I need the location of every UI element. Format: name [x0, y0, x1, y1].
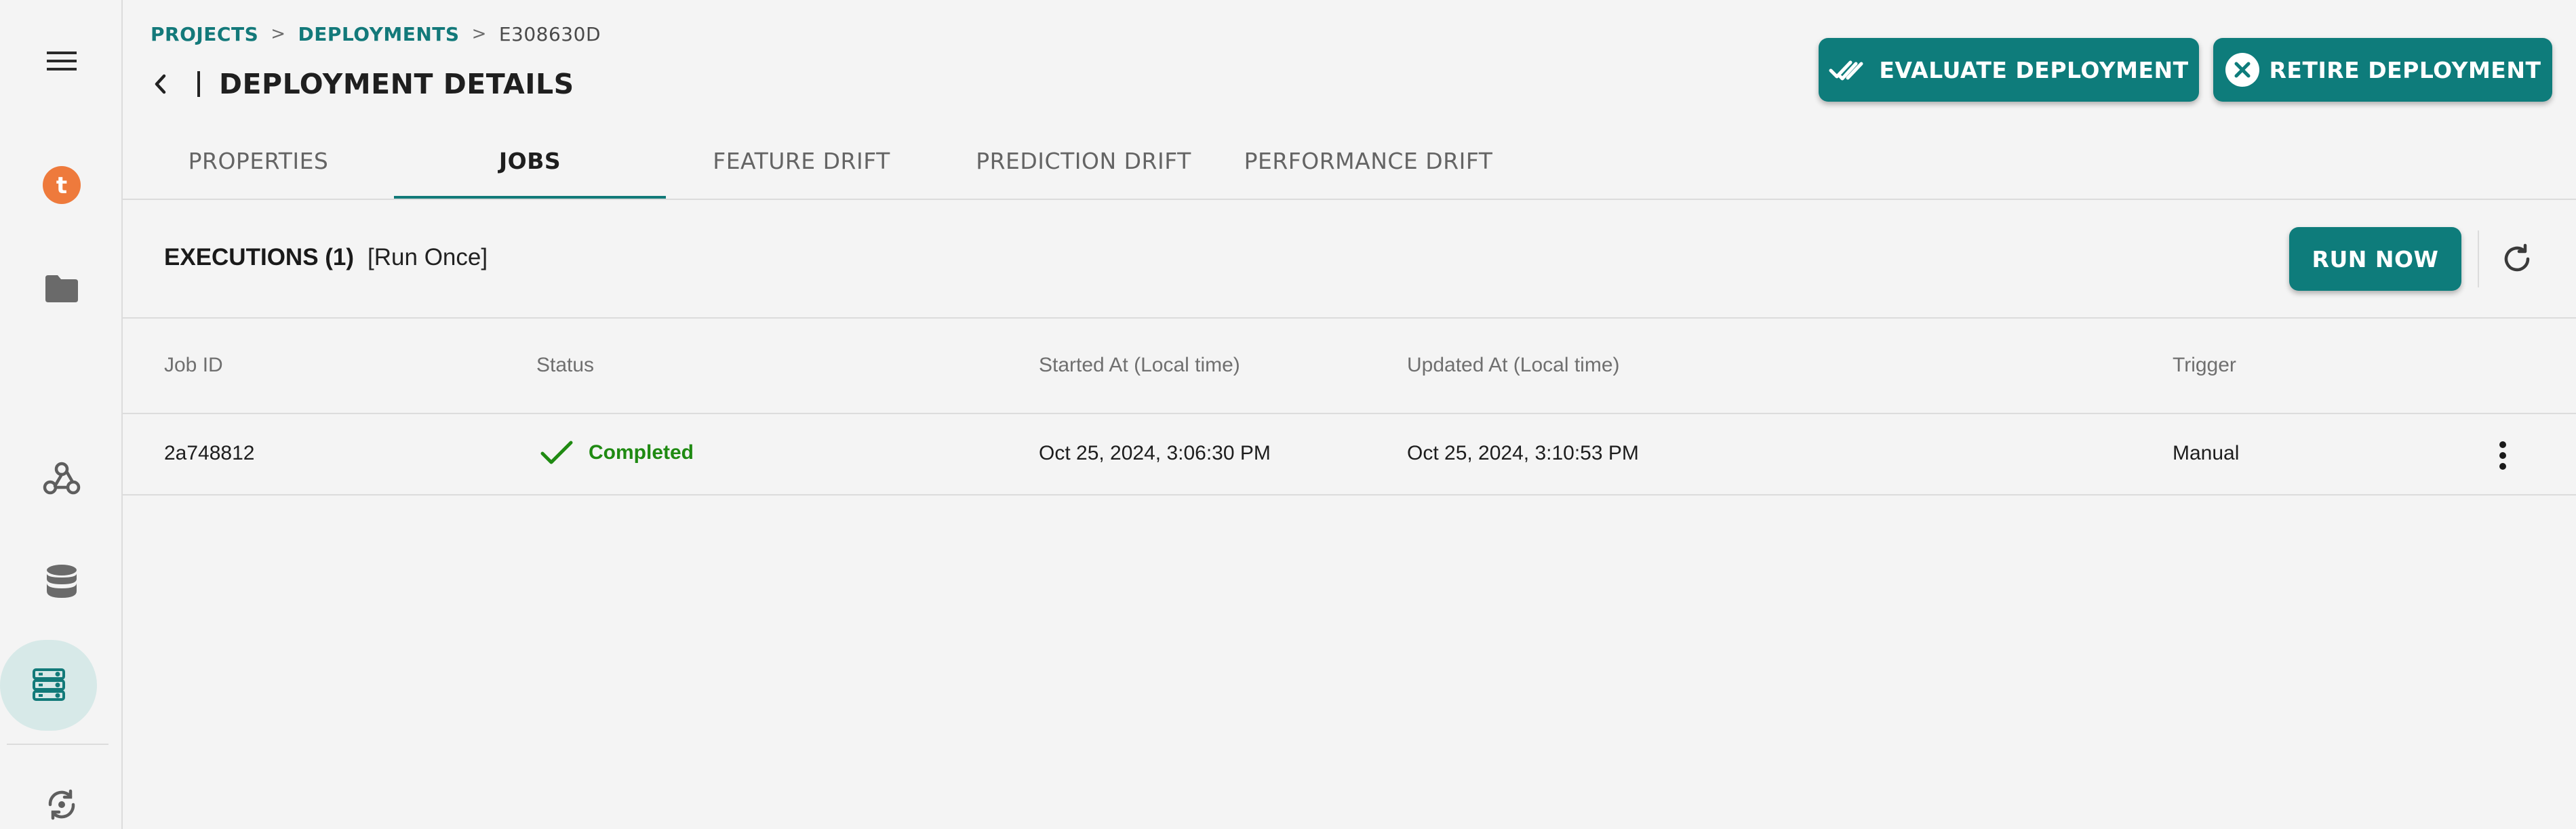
brand-letter: t	[56, 172, 66, 199]
webhook-icon	[43, 462, 80, 495]
menu-button[interactable]	[0, 20, 123, 102]
sidebar-item-datasets[interactable]	[0, 541, 123, 622]
column-header-trigger[interactable]: Trigger	[2173, 354, 2236, 377]
tab-properties[interactable]: PROPERTIES	[123, 122, 394, 199]
evaluate-deployment-label: EVALUATE DEPLOYMENT	[1879, 56, 2189, 83]
executions-header: EXECUTIONS (1) [Run Once]	[164, 241, 488, 275]
breadcrumb-projects[interactable]: PROJECTS	[151, 23, 258, 45]
column-header-status[interactable]: Status	[536, 354, 594, 377]
cancel-circle-icon	[2225, 52, 2260, 87]
retire-deployment-button[interactable]: RETIRE DEPLOYMENT	[2213, 38, 2552, 102]
column-header-updated-at[interactable]: Updated At (Local time)	[1407, 354, 1620, 377]
row-actions-button[interactable]	[2489, 437, 2517, 474]
double-check-icon	[1829, 58, 1869, 81]
tab-jobs[interactable]: JOBS	[394, 122, 666, 199]
sidebar: t	[0, 0, 123, 829]
tabs-divider	[123, 199, 2576, 200]
breadcrumb-separator: >	[471, 24, 487, 44]
refresh-button[interactable]	[2495, 237, 2539, 281]
cell-started-at: Oct 25, 2024, 3:06:30 PM	[1039, 442, 1271, 464]
breadcrumb-deployments[interactable]: DEPLOYMENTS	[298, 23, 460, 45]
executions-mode: [Run Once]	[368, 244, 488, 270]
column-header-started-at[interactable]: Started At (Local time)	[1039, 354, 1240, 377]
status-text: Completed	[589, 441, 694, 464]
sidebar-item-lifecycle[interactable]	[0, 761, 123, 829]
server-icon	[32, 668, 65, 701]
more-vertical-icon	[2499, 441, 2506, 470]
cell-updated-at: Oct 25, 2024, 3:10:53 PM	[1407, 442, 1639, 464]
brand-logo-icon: t	[42, 166, 81, 204]
run-now-button[interactable]: RUN NOW	[2289, 227, 2461, 291]
breadcrumb: PROJECTS > DEPLOYMENTS > E308630D	[151, 22, 601, 46]
recycle-icon	[48, 789, 75, 820]
cell-trigger: Manual	[2173, 442, 2240, 464]
table-header-divider	[123, 413, 2576, 414]
toolbar-divider	[2478, 230, 2479, 287]
retire-deployment-label: RETIRE DEPLOYMENT	[2269, 56, 2541, 83]
cell-job-id: 2a748812	[164, 442, 255, 464]
tab-feature-drift[interactable]: FEATURE DRIFT	[666, 122, 937, 199]
table-row-divider	[123, 494, 2576, 496]
menu-icon	[46, 52, 77, 70]
check-icon	[540, 441, 573, 464]
tab-bar: PROPERTIES JOBS FEATURE DRIFT PREDICTION…	[123, 122, 1507, 199]
folder-icon	[45, 275, 78, 302]
database-icon	[46, 565, 77, 598]
tab-performance-drift[interactable]: PERFORMANCE DRIFT	[1230, 122, 1507, 199]
back-button[interactable]	[146, 69, 176, 99]
evaluate-deployment-button[interactable]: EVALUATE DEPLOYMENT	[1819, 38, 2199, 102]
executions-divider	[123, 317, 2576, 319]
executions-title: EXECUTIONS (1)	[164, 244, 355, 270]
title-row: DEPLOYMENT DETAILS	[146, 62, 574, 106]
column-header-job-id[interactable]: Job ID	[164, 354, 223, 377]
breadcrumb-current: E308630D	[498, 22, 601, 45]
refresh-icon	[2504, 243, 2530, 272]
sidebar-item-pipelines[interactable]	[0, 438, 123, 519]
sidebar-item-deployments[interactable]	[0, 644, 97, 725]
sidebar-item-projects[interactable]	[0, 248, 123, 329]
page-title: DEPLOYMENT DETAILS	[219, 68, 574, 100]
breadcrumb-separator: >	[271, 24, 286, 44]
title-divider	[197, 71, 200, 97]
sidebar-divider	[7, 744, 108, 745]
cell-status: Completed	[540, 439, 694, 466]
brand-logo-button[interactable]: t	[0, 144, 123, 226]
chevron-left-icon	[155, 74, 166, 94]
tab-prediction-drift[interactable]: PREDICTION DRIFT	[937, 122, 1230, 199]
